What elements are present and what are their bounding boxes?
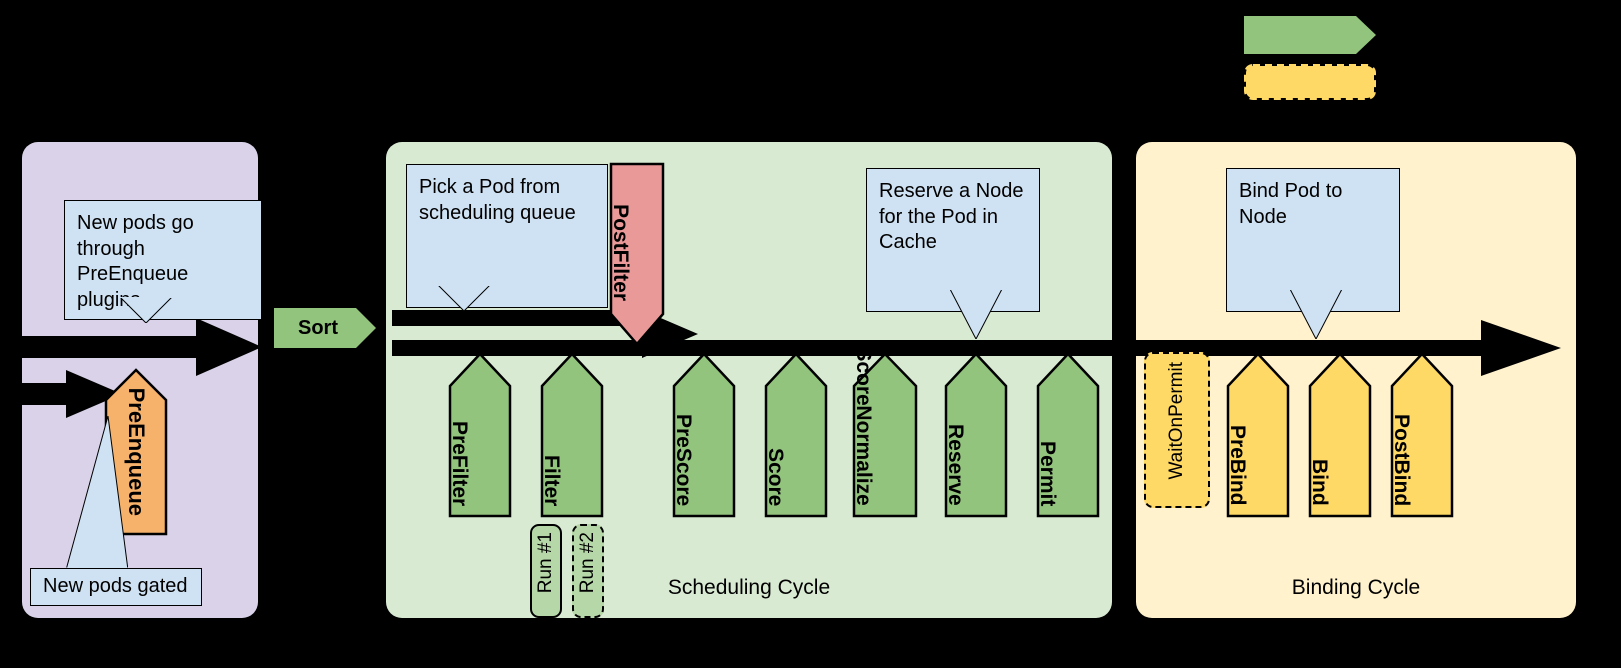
stage-prefilter[interactable]: PreFilter <box>448 352 512 518</box>
callout-bind-pod: Bind Pod to Node <box>1226 168 1400 339</box>
callout-pick-pod-text: Pick a Pod from scheduling queue <box>419 176 576 224</box>
stage-score-label: Score <box>764 447 788 506</box>
wait-on-permit-label: WaitOnPermit <box>1166 362 1187 480</box>
callout-new-pods-preenqueue-text: New pods go through PreEnqueue plugins <box>77 212 194 311</box>
scheduling-cycle-label: Scheduling Cycle <box>667 576 831 599</box>
stage-permit-label: Permit <box>1036 440 1060 506</box>
filter-run-1: Run #1 <box>530 524 562 618</box>
legend-dashed-box-yellow <box>1244 64 1376 100</box>
stage-reserve[interactable]: Reserve <box>944 352 1008 518</box>
callout-new-pods-preenqueue: New pods go through PreEnqueue plugins <box>64 200 262 323</box>
filter-run-1-label: Run #1 <box>535 532 556 594</box>
stage-prebind[interactable]: PreBind <box>1226 352 1290 518</box>
stage-filter-label: Filter <box>540 454 564 506</box>
stage-reserve-label: Reserve <box>944 424 968 506</box>
callout-new-pods-gated: New pods gated <box>30 416 202 606</box>
stage-postfilter-label: PostFilter <box>609 204 633 302</box>
stage-prebind-label: PreBind <box>1226 425 1250 506</box>
stage-prefilter-label: PreFilter <box>448 420 472 506</box>
stage-bind[interactable]: Bind <box>1308 352 1372 518</box>
stage-postfilter[interactable]: PostFilter <box>609 162 665 346</box>
sort-extension-point[interactable]: Sort <box>274 308 376 348</box>
binding-cycle-label: Binding Cycle <box>1291 576 1421 599</box>
callout-reserve-node-text: Reserve a Node for the Pod in Cache <box>879 180 1024 254</box>
stage-score[interactable]: Score <box>764 352 828 518</box>
legend-chevron-green <box>1244 16 1376 54</box>
stage-normalize-score[interactable]: Normalize Score <box>852 347 918 518</box>
stage-normalize-score-label-line1: Normalize <box>852 405 876 506</box>
callout-reserve-node: Reserve a Node for the Pod in Cache <box>866 168 1040 339</box>
sort-label: Sort <box>298 316 338 339</box>
wait-on-permit-box: WaitOnPermit <box>1144 352 1210 508</box>
stage-prescore[interactable]: PreScore <box>672 352 736 518</box>
stage-normalize-score-label-line2: Score <box>852 347 876 406</box>
stage-permit[interactable]: Permit <box>1036 352 1100 518</box>
stage-bind-label: Bind <box>1308 459 1332 506</box>
stage-postbind[interactable]: PostBind <box>1390 352 1454 518</box>
stage-prescore-label: PreScore <box>672 413 696 506</box>
filter-run-2: Run #2 <box>572 524 604 618</box>
filter-run-2-label: Run #2 <box>577 532 598 594</box>
callout-new-pods-gated-text: New pods gated <box>43 575 188 598</box>
stage-filter[interactable]: Filter <box>540 352 604 518</box>
stage-postbind-label: PostBind <box>1390 413 1414 506</box>
callout-pick-pod: Pick a Pod from scheduling queue <box>406 164 608 314</box>
callout-bind-pod-text: Bind Pod to Node <box>1239 180 1343 228</box>
